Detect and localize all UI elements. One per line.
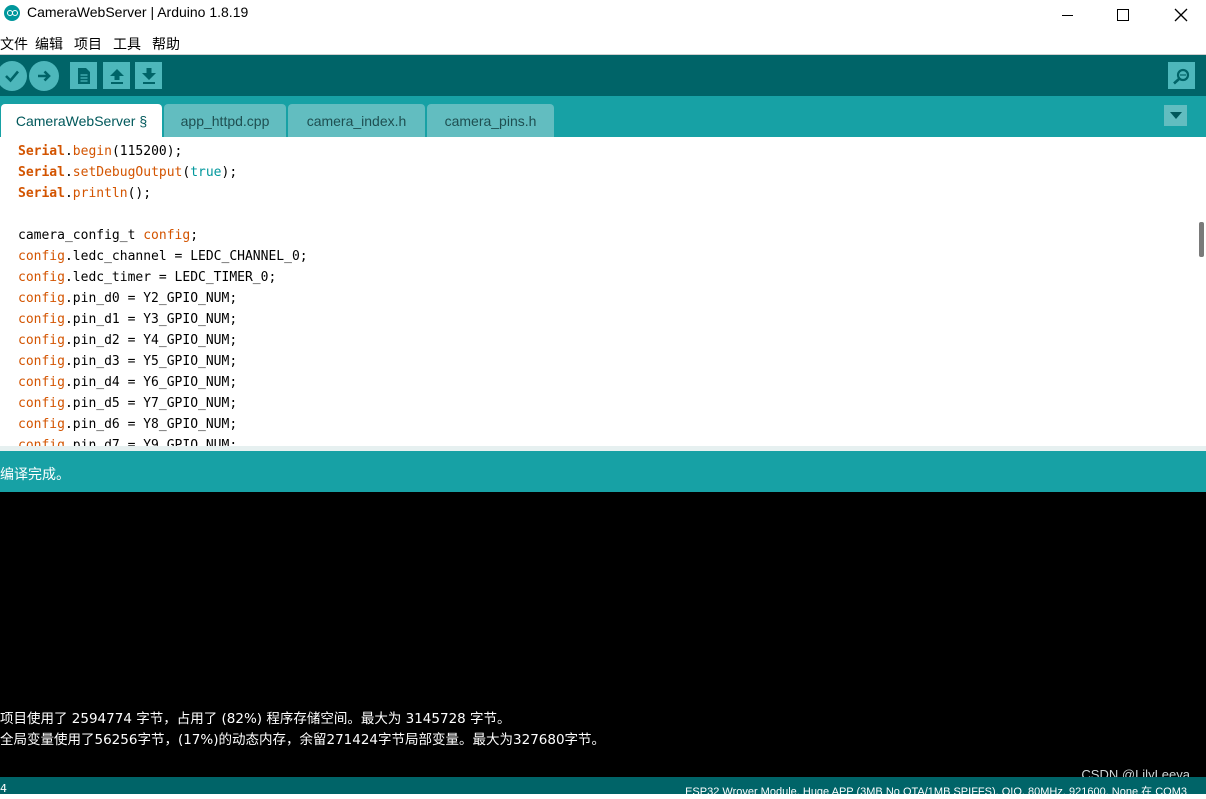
upload-button[interactable] — [29, 61, 59, 91]
arrow-down-icon — [141, 67, 156, 84]
console-output[interactable]: 项目使用了 2594774 字节，占用了 (82%) 程序存储空间。最大为 31… — [0, 492, 1206, 777]
code-line: config.pin_d1 = Y3_GPIO_NUM; — [18, 312, 238, 327]
status-message: 编译完成。 — [0, 467, 70, 483]
arrow-right-icon — [38, 70, 51, 82]
code-text[interactable]: Serial.begin(115200); Serial.setDebugOutp… — [18, 141, 308, 446]
code-line: Serial.begin(115200); — [18, 144, 183, 159]
code-line: config.ledc_timer = LEDC_TIMER_0; — [18, 270, 277, 285]
footer-bar: 4 ESP32 Wrover Module, Huge APP (3MB No … — [0, 777, 1206, 798]
title-bar: CameraWebServer | Arduino 1.8.19 — [0, 0, 1206, 30]
minimize-button[interactable] — [1038, 0, 1096, 30]
maximize-button[interactable] — [1094, 0, 1152, 30]
arrow-up-icon — [109, 68, 124, 84]
magnifier-icon — [1172, 68, 1189, 84]
menu-file[interactable]: 文件 — [0, 34, 28, 54]
minimize-icon — [1061, 14, 1073, 16]
menu-sketch[interactable]: 项目 — [74, 34, 102, 54]
status-bar: 编译完成。 — [0, 451, 1206, 492]
window-title: CameraWebServer | Arduino 1.8.19 — [27, 4, 249, 20]
open-button[interactable] — [103, 62, 130, 89]
new-file-icon — [77, 67, 90, 84]
chevron-down-icon — [1169, 112, 1182, 119]
menu-tools[interactable]: 工具 — [113, 34, 141, 54]
code-line: Serial.println(); — [18, 186, 152, 201]
line-number: 4 — [0, 782, 7, 795]
maximize-icon — [1117, 9, 1129, 21]
code-line: config.pin_d4 = Y6_GPIO_NUM; — [18, 375, 238, 390]
board-info: ESP32 Wrover Module, Huge APP (3MB No OT… — [685, 786, 1187, 798]
checkmark-icon — [5, 70, 19, 83]
code-line: config.pin_d3 = Y5_GPIO_NUM; — [18, 354, 238, 369]
toolbar — [0, 55, 1206, 96]
code-line: config.pin_d2 = Y4_GPIO_NUM; — [18, 333, 238, 348]
tab-camera-index[interactable]: camera_index.h — [288, 104, 425, 137]
code-line: Serial.setDebugOutput(true); — [18, 165, 238, 180]
tab-app-httpd[interactable]: app_httpd.cpp — [164, 104, 286, 137]
arduino-logo-icon — [4, 5, 20, 21]
code-editor[interactable]: Serial.begin(115200); Serial.setDebugOutp… — [0, 137, 1192, 446]
serial-monitor-button[interactable] — [1168, 62, 1195, 89]
close-icon — [1174, 8, 1188, 22]
tab-menu-button[interactable] — [1164, 105, 1187, 126]
console-line-ram: 全局变量使用了56256字节，(17%)的动态内存，余留271424字节局部变量… — [0, 732, 606, 748]
tab-camerawebserver[interactable]: CameraWebServer § — [1, 104, 162, 137]
code-line: camera_config_t config; — [18, 228, 199, 243]
verify-button[interactable] — [0, 61, 27, 91]
code-line: config.pin_d7 = Y9_GPIO_NUM; — [18, 438, 238, 446]
code-line: config.pin_d6 = Y8_GPIO_NUM; — [18, 417, 238, 432]
code-line: config.pin_d0 = Y2_GPIO_NUM; — [18, 291, 238, 306]
menu-help[interactable]: 帮助 — [152, 34, 180, 54]
close-button[interactable] — [1152, 0, 1206, 30]
scrollbar-thumb[interactable] — [1199, 222, 1204, 257]
tab-bar: CameraWebServer § app_httpd.cpp camera_i… — [0, 96, 1206, 137]
code-line: config.ledc_channel = LEDC_CHANNEL_0; — [18, 249, 308, 264]
editor-scrollbar[interactable] — [1192, 137, 1206, 446]
code-line: config.pin_d5 = Y7_GPIO_NUM; — [18, 396, 238, 411]
menu-edit[interactable]: 编辑 — [35, 34, 63, 54]
menu-bar: 文件 编辑 项目 工具 帮助 — [0, 30, 1206, 55]
console-line-flash: 项目使用了 2594774 字节，占用了 (82%) 程序存储空间。最大为 31… — [0, 711, 511, 727]
save-button[interactable] — [135, 62, 162, 89]
tab-camera-pins[interactable]: camera_pins.h — [427, 104, 554, 137]
new-button[interactable] — [70, 62, 97, 89]
